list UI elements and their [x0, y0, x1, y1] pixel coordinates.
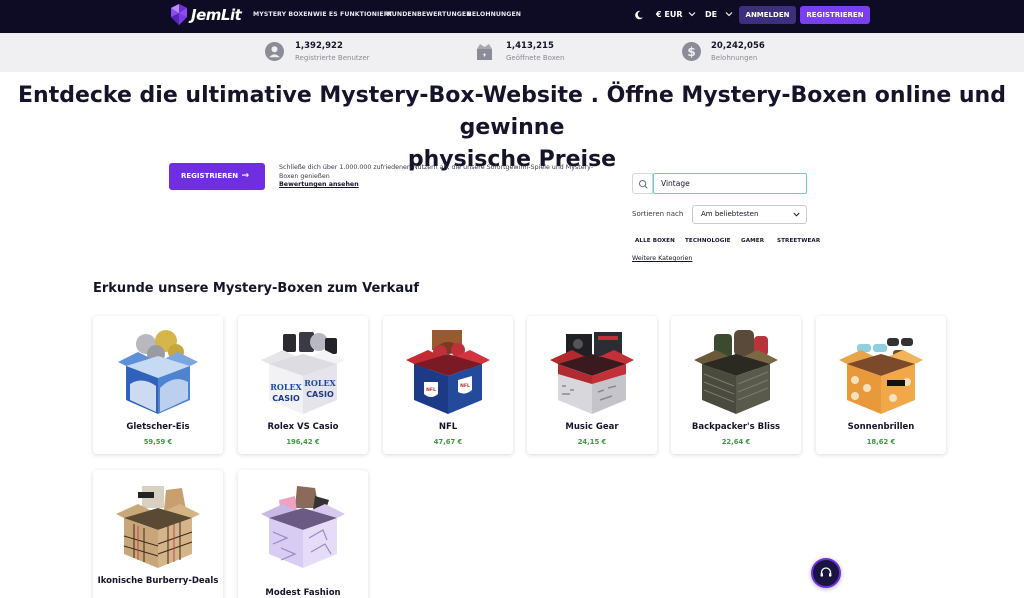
- box-image: [839, 338, 923, 414]
- chevron-down-icon: [793, 212, 800, 217]
- category-technology[interactable]: TECHNOLOGIE: [685, 238, 731, 244]
- search-icon: [639, 180, 648, 189]
- register-button-label: REGISTRIEREN: [181, 172, 239, 180]
- nav-link-mystery-boxen[interactable]: MYSTERY BOXEN: [253, 11, 313, 18]
- register-button-top[interactable]: REGISTRIEREN: [800, 6, 870, 24]
- box-price: 24,15 €: [577, 438, 607, 446]
- section-title: Erkunde unsere Mystery-Boxen zum Verkauf: [93, 281, 419, 296]
- stat-boxes-label: Geöffnete Boxen: [506, 54, 565, 62]
- arrow-right-icon: →: [241, 171, 249, 181]
- box-text-casio: CASIO: [272, 394, 300, 403]
- stat-boxes-value: 1,413,215: [506, 41, 554, 51]
- chevron-down-icon: [725, 12, 733, 17]
- box-card-sonnenbrillen[interactable]: Sonnenbrillen 18,62 €: [816, 316, 946, 454]
- reviews-link[interactable]: Bewertungen ansehen: [279, 181, 359, 188]
- nav-link-how-it-works[interactable]: WIE ES FUNKTIONIERT: [313, 11, 393, 18]
- nav-link-reviews[interactable]: KUNDENBEWERTUNGEN: [387, 11, 472, 18]
- search-input[interactable]: [653, 173, 807, 194]
- box-image: [694, 330, 778, 414]
- box-text-nfl: NFL: [460, 383, 470, 389]
- stats-bar: 1,392,922 Registrierte Benutzer 1,413,21…: [0, 33, 1024, 72]
- box-text-rolex: ROLEX: [270, 382, 302, 392]
- category-gamer[interactable]: GAMER: [741, 238, 764, 244]
- sort-label: Sortieren nach: [632, 210, 684, 218]
- stat-users-value: 1,392,922: [295, 41, 343, 51]
- box-name: Ikonische Burberry-Deals: [97, 576, 219, 586]
- language-selector[interactable]: DE: [705, 10, 733, 19]
- box-name: NFL: [438, 422, 458, 432]
- box-card-music-gear[interactable]: Music Gear 24,15 €: [527, 316, 657, 454]
- box-name: Gletscher-Eis: [126, 422, 190, 432]
- box-name: Modest Fashion: [265, 588, 341, 598]
- box-image: [116, 486, 200, 568]
- stat-users-label: Registrierte Benutzer: [295, 54, 370, 62]
- support-chat-button[interactable]: [811, 558, 841, 588]
- svg-text:$: $: [687, 45, 695, 59]
- category-streetwear[interactable]: STREETWEAR: [777, 238, 820, 244]
- box-price: 18,62 €: [866, 438, 896, 446]
- box-name: Rolex VS Casio: [267, 422, 339, 432]
- box-price: 59,59 €: [143, 438, 173, 446]
- user-icon: [265, 42, 284, 61]
- gem-logo-icon: [171, 4, 187, 25]
- currency-selector[interactable]: € EUR: [656, 10, 696, 19]
- nav-link-rewards[interactable]: BELOHNUNGEN: [467, 11, 521, 18]
- open-box-icon: [477, 44, 492, 60]
- brand-name: JemLit: [191, 6, 242, 24]
- logo[interactable]: JemLit: [168, 3, 244, 29]
- currency-value: € EUR: [656, 10, 683, 19]
- sort-select[interactable]: Am beliebtesten: [692, 205, 807, 224]
- box-text-rolex: ROLEX: [304, 378, 336, 388]
- hero-title: Entdecke die ultimative Mystery-Box-Webs…: [0, 80, 1024, 176]
- box-image: NFL NFL: [406, 330, 490, 414]
- box-price: 22,64 €: [721, 438, 751, 446]
- category-all-boxes[interactable]: ALLE BOXEN: [635, 238, 675, 244]
- box-card-rolex-vs-casio[interactable]: ROLEX ROLEX CASIO CASIO Rolex VS Casio 1…: [238, 316, 368, 454]
- box-card-modest-fashion[interactable]: Modest Fashion: [238, 470, 368, 598]
- box-price: 47,67 €: [433, 438, 463, 446]
- hero-title-bold: Entdecke die ultimative Mystery-Box-Webs…: [18, 83, 583, 108]
- search-button[interactable]: [632, 173, 653, 194]
- box-image: [261, 486, 345, 568]
- box-image: ROLEX ROLEX CASIO CASIO: [261, 332, 345, 414]
- box-card-nfl[interactable]: NFL NFL NFL 47,67 €: [383, 316, 513, 454]
- box-card-gletscher-eis[interactable]: Gletscher-Eis 59,59 €: [93, 316, 223, 454]
- sort-value: Am beliebtesten: [701, 210, 759, 218]
- stat-rewards-label: Belohnungen: [711, 54, 758, 62]
- dark-mode-moon-icon[interactable]: [634, 10, 644, 20]
- top-nav: JemLit MYSTERY BOXEN WIE ES FUNKTIONIERT…: [0, 0, 1024, 33]
- box-name: Music Gear: [565, 422, 619, 432]
- box-image: [118, 330, 198, 414]
- box-text-nfl: NFL: [426, 387, 436, 393]
- box-name: Sonnenbrillen: [847, 422, 915, 432]
- hero-description: Schließe dich über 1.000.000 zufriedenen…: [279, 164, 594, 180]
- more-categories-link[interactable]: Weitere Kategorien: [632, 255, 692, 262]
- language-value: DE: [705, 10, 718, 19]
- dollar-icon: $: [682, 42, 701, 61]
- box-image: [550, 332, 634, 414]
- box-name: Backpacker's Bliss: [691, 422, 781, 432]
- login-button[interactable]: ANMELDEN: [739, 6, 796, 24]
- stat-rewards-value: 20,242,056: [711, 41, 765, 51]
- search-box: [632, 173, 807, 194]
- chevron-down-icon: [688, 12, 696, 17]
- register-button-hero[interactable]: REGISTRIEREN →: [169, 163, 265, 190]
- box-price: 196,42 €: [286, 438, 320, 446]
- box-text-casio: CASIO: [306, 390, 334, 399]
- box-card-backpackers-bliss[interactable]: Backpacker's Bliss 22,64 €: [671, 316, 801, 454]
- headset-icon: [820, 567, 832, 577]
- box-card-burberry[interactable]: Ikonische Burberry-Deals: [93, 470, 223, 598]
